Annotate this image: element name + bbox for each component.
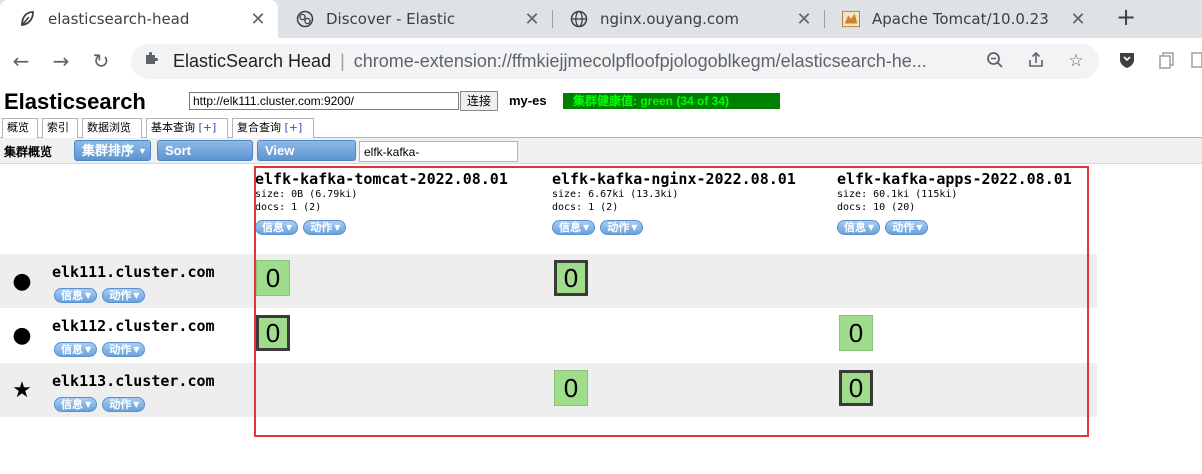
overview-toolbar: 集群概览 集群排序 ▼ Sort Indices ▼ View Aliases ▼ xyxy=(0,138,1202,177)
tab-indices[interactable]: 索引 xyxy=(42,118,78,138)
node-row: ★ elk113.cluster.com 信息 ▼ 动作 ▼ xyxy=(0,363,250,417)
node-action-button[interactable]: 动作 ▼ xyxy=(102,342,146,357)
connect-button[interactable]: 连接 xyxy=(460,91,498,111)
address-divider: | xyxy=(340,51,345,71)
tab-basic-query[interactable]: 基本查询 [+] xyxy=(146,118,228,138)
node-row: ● elk112.cluster.com 信息 ▼ 动作 ▼ xyxy=(0,308,250,362)
browser-tab-nginx[interactable]: nginx.ouyang.com ✕ xyxy=(552,0,824,38)
address-url: chrome-extension://ffmkiejjmecolpfloofpj… xyxy=(353,51,927,71)
tab-title: Apache Tomcat/10.0.23 xyxy=(872,10,1049,28)
chevron-down-icon: ▼ xyxy=(138,146,147,156)
tab-label: 复合查询 xyxy=(237,121,281,134)
button-label: 动作 xyxy=(109,343,132,356)
cluster-health-badge: 集群健康值: green (34 of 34) xyxy=(563,93,780,109)
view-aliases-dropdown[interactable]: View Aliases ▼ xyxy=(257,140,356,177)
browser-tab-elasticsearch-head[interactable]: elasticsearch-head ✕ xyxy=(0,0,278,38)
overview-title: 集群概览 xyxy=(4,145,53,159)
zoom-icon[interactable] xyxy=(985,51,1005,71)
node-actions: 信息 ▼ 动作 ▼ xyxy=(54,393,146,412)
chevron-down-icon: ▼ xyxy=(85,345,92,354)
sort-indices-dropdown[interactable]: Sort Indices ▼ xyxy=(157,140,253,177)
tab-label: 数据浏览 xyxy=(87,121,131,134)
button-label: 动作 xyxy=(109,289,132,302)
tab-title: Discover - Elastic xyxy=(326,10,456,28)
new-tab-button[interactable]: + xyxy=(1112,4,1140,32)
share-icon[interactable] xyxy=(1026,51,1046,71)
button-label: 动作 xyxy=(109,398,132,411)
dropdown-label: 集群排序 xyxy=(82,143,135,158)
tomcat-icon xyxy=(842,10,860,28)
es-nav-tabs: 概览 索引 数据浏览 基本查询 [+] 复合查询 [+] xyxy=(0,116,1202,139)
tab-label: 索引 xyxy=(47,121,69,134)
chevron-down-icon: ▼ xyxy=(133,345,140,354)
cluster-name: my-es xyxy=(509,93,547,108)
node-actions: 信息 ▼ 动作 ▼ xyxy=(54,284,146,303)
chevron-down-icon: ▼ xyxy=(85,400,92,409)
extension-puzzle-icon xyxy=(143,51,161,72)
globe-icon xyxy=(570,10,588,28)
browser-tab-tomcat[interactable]: Apache Tomcat/10.0.23 ✕ xyxy=(824,0,1098,38)
tab-browser[interactable]: 数据浏览 xyxy=(82,118,142,138)
forward-icon[interactable]: → xyxy=(48,48,74,74)
index-filter-input[interactable] xyxy=(359,141,518,162)
tab-plus: [+] xyxy=(198,121,217,134)
address-bar[interactable]: ElasticSearch Head | chrome-extension://… xyxy=(131,44,1099,79)
copy-extension-icon[interactable] xyxy=(1156,51,1178,73)
tab-plus: [+] xyxy=(284,121,303,134)
node-action-button[interactable]: 动作 ▼ xyxy=(102,288,146,303)
node-info-button[interactable]: 信息 ▼ xyxy=(54,288,98,303)
node-name: elk113.cluster.com xyxy=(52,372,215,390)
leaf-icon xyxy=(18,10,36,28)
chevron-down-icon: ▼ xyxy=(133,291,140,300)
master-node-icon: ★ xyxy=(12,378,32,403)
tab-label: 基本查询 xyxy=(151,121,195,134)
browser-tab-discover[interactable]: Discover - Elastic ✕ xyxy=(278,0,552,38)
close-tab-icon[interactable]: ✕ xyxy=(794,9,814,30)
address-origin: ElasticSearch Head xyxy=(173,51,332,71)
elastic-icon xyxy=(296,10,314,28)
extensions-menu-icon[interactable] xyxy=(1188,51,1202,73)
node-row: ● elk111.cluster.com 信息 ▼ 动作 ▼ xyxy=(0,254,250,308)
highlight-annotation-box xyxy=(254,166,1089,437)
bookmark-star-icon[interactable]: ☆ xyxy=(1066,51,1086,71)
close-tab-icon[interactable]: ✕ xyxy=(522,9,542,30)
app-logo: Elasticsearch xyxy=(4,89,146,114)
data-node-icon: ● xyxy=(12,323,32,348)
tab-label: 概览 xyxy=(7,121,29,134)
reload-icon[interactable]: ↻ xyxy=(88,48,114,74)
node-name: elk111.cluster.com xyxy=(52,263,215,281)
chevron-down-icon: ▼ xyxy=(133,400,140,409)
back-icon[interactable]: ← xyxy=(8,48,34,74)
es-head-header: Elasticsearch 连接 my-es 集群健康值: green (34 … xyxy=(0,86,1202,116)
chevron-down-icon: ▼ xyxy=(213,165,223,175)
button-label: 信息 xyxy=(61,398,83,411)
close-tab-icon[interactable]: ✕ xyxy=(1068,9,1088,30)
chevron-down-icon: ▼ xyxy=(85,291,92,300)
tab-title: elasticsearch-head xyxy=(48,10,190,28)
dropdown-label: Sort Indices xyxy=(165,143,210,177)
data-node-icon: ● xyxy=(12,269,32,294)
node-name: elk112.cluster.com xyxy=(52,317,215,335)
node-info-button[interactable]: 信息 ▼ xyxy=(54,342,98,357)
shield-extension-icon[interactable] xyxy=(1116,51,1138,73)
connection-url-input[interactable] xyxy=(189,92,459,110)
node-info-button[interactable]: 信息 ▼ xyxy=(54,397,98,412)
button-label: 信息 xyxy=(61,343,83,356)
browser-tab-strip: elasticsearch-head ✕ Discover - Elastic … xyxy=(0,0,1202,38)
tab-title: nginx.ouyang.com xyxy=(600,10,739,28)
browser-toolbar: ← → ↻ ElasticSearch Head | chrome-extens… xyxy=(0,38,1202,86)
tab-compound-query[interactable]: 复合查询 [+] xyxy=(232,118,314,138)
button-label: 信息 xyxy=(61,289,83,302)
node-action-button[interactable]: 动作 ▼ xyxy=(102,397,146,412)
node-actions: 信息 ▼ 动作 ▼ xyxy=(54,338,146,357)
cluster-sort-dropdown[interactable]: 集群排序 ▼ xyxy=(74,140,151,161)
close-tab-icon[interactable]: ✕ xyxy=(248,9,268,30)
tab-overview[interactable]: 概览 xyxy=(2,118,38,139)
